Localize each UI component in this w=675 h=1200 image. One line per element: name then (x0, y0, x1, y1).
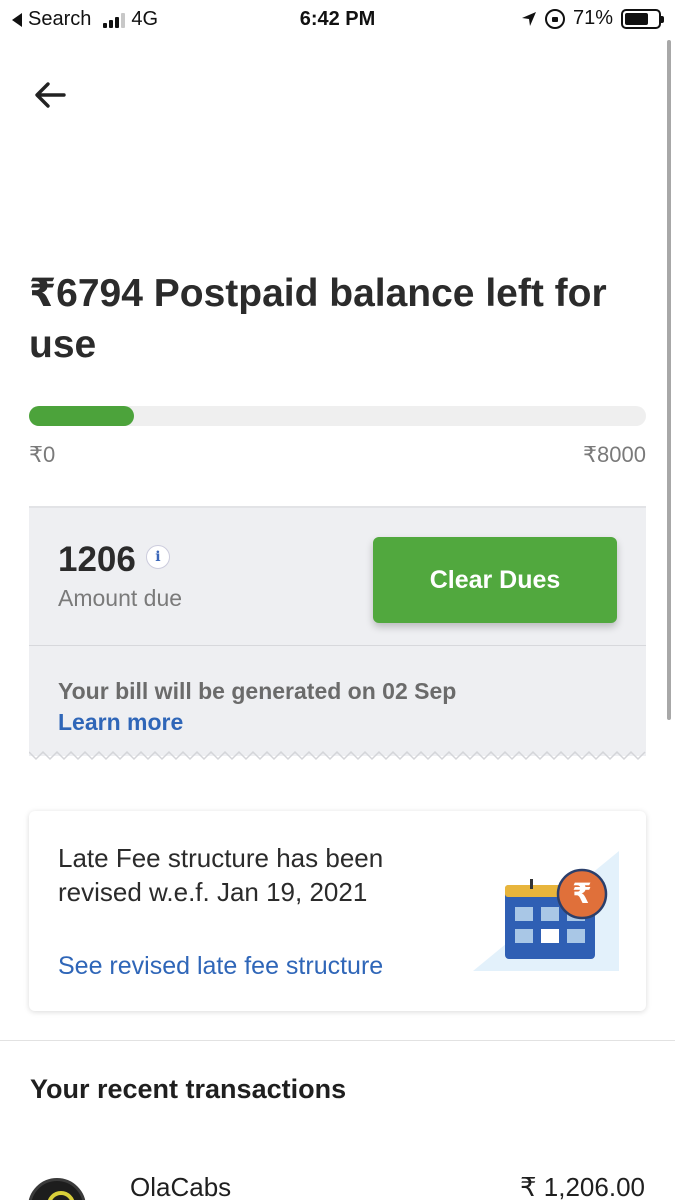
amount-due-row: 1206 i (58, 540, 170, 580)
transaction-row[interactable]: OlaCabs ₹ 1,206.00 (0, 1160, 675, 1200)
battery-icon (621, 8, 664, 29)
recent-transactions-title: Your recent transactions (30, 1074, 347, 1104)
late-fee-card[interactable]: Late Fee structure has been revised w.e.… (29, 811, 646, 1011)
back-arrow-icon[interactable] (30, 75, 70, 115)
amount-due-label: Amount due (58, 585, 183, 611)
zigzag-edge (29, 750, 646, 761)
learn-more-link[interactable]: Learn more (58, 709, 183, 736)
battery-percent: 71% (572, 7, 613, 29)
progress-max-label: ₹8000 (583, 442, 646, 467)
location-arrow-icon (521, 11, 536, 26)
card-divider (29, 645, 646, 646)
balance-headline: ₹6794 Postpaid balance left for use (29, 272, 607, 366)
ola-logo-icon (28, 1178, 86, 1200)
calendar-rupee-illustration (473, 851, 619, 971)
bill-generation-text: Your bill will be generated on 02 Sep (58, 678, 457, 704)
rupee-coin-icon: ₹ (572, 878, 592, 909)
late-fee-structure-link[interactable]: See revised late fee structure (58, 952, 383, 981)
balance-progress-fill (29, 406, 134, 426)
clear-dues-button[interactable]: Clear Dues (373, 537, 617, 623)
battery-level (625, 12, 648, 25)
section-divider (0, 1040, 675, 1041)
amount-due-value: 1206 (58, 540, 136, 579)
progress-min-label: ₹0 (29, 442, 56, 467)
transaction-merchant: OlaCabs (130, 1172, 232, 1200)
info-icon[interactable]: i (145, 545, 170, 569)
status-bar: Search 4G 6:42 PM 71% (0, 0, 675, 38)
amount-due-card: 1206 i Amount due Clear Dues Your bill w… (29, 506, 646, 761)
transaction-amount: ₹ 1,206.00 (520, 1172, 645, 1200)
scrollbar[interactable] (667, 40, 671, 720)
orientation-lock-icon (544, 8, 565, 29)
balance-progress-bar (29, 406, 646, 426)
late-fee-title: Late Fee structure has been revised w.e.… (58, 843, 384, 907)
